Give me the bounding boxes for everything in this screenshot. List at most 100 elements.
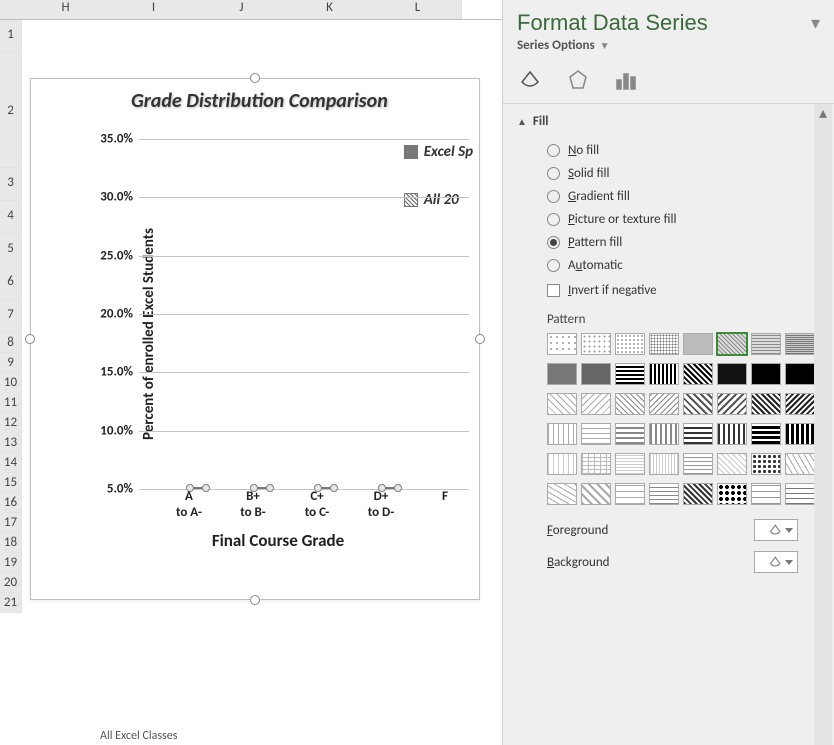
row-header[interactable]: 1: [0, 20, 22, 53]
row-header[interactable]: 10: [0, 373, 22, 393]
pattern-swatch[interactable]: [717, 393, 747, 415]
pattern-swatch[interactable]: [547, 423, 577, 445]
pattern-swatch[interactable]: [581, 393, 611, 415]
row-header[interactable]: 2: [0, 53, 22, 168]
pattern-swatch[interactable]: [785, 423, 815, 445]
pattern-swatch[interactable]: [785, 363, 815, 385]
row-header[interactable]: 19: [0, 553, 22, 573]
row-header[interactable]: 20: [0, 573, 22, 593]
col-header[interactable]: J: [198, 0, 286, 19]
pattern-swatch[interactable]: [785, 483, 815, 505]
row-header[interactable]: 17: [0, 513, 22, 533]
row-header[interactable]: 6: [0, 267, 22, 300]
pattern-swatch[interactable]: [785, 393, 815, 415]
row-header[interactable]: 15: [0, 473, 22, 493]
pattern-fill-radio[interactable]: Pattern fill: [517, 231, 820, 254]
resize-handle[interactable]: [250, 73, 260, 83]
row-header[interactable]: 3: [0, 168, 22, 201]
pattern-swatch[interactable]: [717, 483, 747, 505]
pattern-swatch[interactable]: [751, 483, 781, 505]
pattern-swatch[interactable]: [615, 483, 645, 505]
pattern-swatch[interactable]: [547, 393, 577, 415]
fill-line-icon[interactable]: [517, 67, 543, 93]
pattern-swatch[interactable]: [649, 333, 679, 355]
row-header[interactable]: 14: [0, 453, 22, 473]
pattern-swatch[interactable]: [581, 423, 611, 445]
pattern-swatch[interactable]: [683, 483, 713, 505]
pattern-swatch[interactable]: [683, 363, 713, 385]
pattern-swatch[interactable]: [649, 453, 679, 475]
pattern-swatch[interactable]: [717, 453, 747, 475]
pattern-swatch[interactable]: [581, 333, 611, 355]
pattern-swatch[interactable]: [547, 333, 577, 355]
series-options-icon[interactable]: [613, 67, 639, 93]
row-header[interactable]: 9: [0, 353, 22, 373]
row-header[interactable]: 5: [0, 234, 22, 267]
pattern-swatch[interactable]: [683, 333, 713, 355]
pattern-swatch[interactable]: [717, 363, 747, 385]
panel-scrollbar[interactable]: ▴: [814, 104, 832, 745]
pattern-swatch[interactable]: [717, 423, 747, 445]
col-header[interactable]: I: [110, 0, 198, 19]
row-header[interactable]: 21: [0, 593, 22, 613]
col-header[interactable]: H: [22, 0, 110, 19]
chart-title[interactable]: Grade Distribution Comparison: [131, 89, 469, 113]
row-header[interactable]: 4: [0, 201, 22, 234]
chevron-down-icon[interactable]: ▾: [811, 12, 820, 34]
pattern-swatch[interactable]: [785, 333, 815, 355]
pattern-swatch[interactable]: [785, 453, 815, 475]
pattern-swatch[interactable]: [649, 423, 679, 445]
solid-fill-radio[interactable]: Solid fill: [517, 162, 820, 185]
plot-area[interactable]: [139, 139, 469, 489]
series-options-dropdown[interactable]: Series Options ▼: [503, 38, 834, 61]
pattern-swatch[interactable]: [615, 393, 645, 415]
row-header[interactable]: 16: [0, 493, 22, 513]
foreground-color-button[interactable]: [754, 519, 798, 541]
picture-fill-radio[interactable]: Picture or texture fill: [517, 208, 820, 231]
row-header[interactable]: 18: [0, 533, 22, 553]
resize-handle[interactable]: [25, 334, 35, 344]
pattern-swatch[interactable]: [581, 453, 611, 475]
pattern-swatch[interactable]: [751, 393, 781, 415]
automatic-fill-radio[interactable]: Automatic: [517, 254, 820, 277]
pattern-swatch[interactable]: [615, 363, 645, 385]
row-header[interactable]: 12: [0, 413, 22, 433]
pattern-swatch[interactable]: [547, 363, 577, 385]
sheet-tab[interactable]: All Excel Classes: [100, 729, 177, 743]
x-axis-title[interactable]: Final Course Grade: [87, 530, 469, 551]
pattern-swatch[interactable]: [581, 483, 611, 505]
pattern-swatch[interactable]: [717, 333, 747, 355]
pattern-swatch[interactable]: [751, 363, 781, 385]
background-color-button[interactable]: [754, 551, 798, 573]
pattern-swatch[interactable]: [615, 423, 645, 445]
col-header[interactable]: K: [286, 0, 374, 19]
scroll-up-icon[interactable]: ▴: [814, 104, 832, 122]
gradient-fill-radio[interactable]: Gradient fill: [517, 185, 820, 208]
resize-handle[interactable]: [250, 595, 260, 605]
pattern-swatch[interactable]: [751, 333, 781, 355]
pattern-swatch[interactable]: [751, 423, 781, 445]
effects-icon[interactable]: [565, 67, 591, 93]
pattern-swatch[interactable]: [547, 453, 577, 475]
pattern-swatch[interactable]: [615, 333, 645, 355]
pattern-swatch[interactable]: [683, 423, 713, 445]
pattern-swatch[interactable]: [615, 453, 645, 475]
pattern-swatch[interactable]: [649, 483, 679, 505]
resize-handle[interactable]: [475, 334, 485, 344]
pattern-swatch[interactable]: [581, 363, 611, 385]
no-fill-radio[interactable]: No fill: [517, 139, 820, 162]
pattern-swatch[interactable]: [683, 453, 713, 475]
pattern-swatch[interactable]: [547, 483, 577, 505]
row-header[interactable]: 8: [0, 333, 22, 353]
row-header[interactable]: 11: [0, 393, 22, 413]
pattern-swatch[interactable]: [683, 393, 713, 415]
invert-if-negative-checkbox[interactable]: Invert if negative: [517, 277, 820, 302]
row-header[interactable]: 13: [0, 433, 22, 453]
col-header[interactable]: L: [374, 0, 462, 19]
chart-object[interactable]: Grade Distribution Comparison Excel Sp A…: [30, 78, 480, 600]
fill-section-header[interactable]: ▲ Fill: [517, 114, 820, 129]
worksheet-area[interactable]: H I J K L 1 2 3 4 5 6 7 8 9 10 11 12 13 …: [0, 0, 502, 745]
pattern-swatch[interactable]: [649, 363, 679, 385]
pattern-swatch[interactable]: [649, 393, 679, 415]
pattern-swatch[interactable]: [751, 453, 781, 475]
